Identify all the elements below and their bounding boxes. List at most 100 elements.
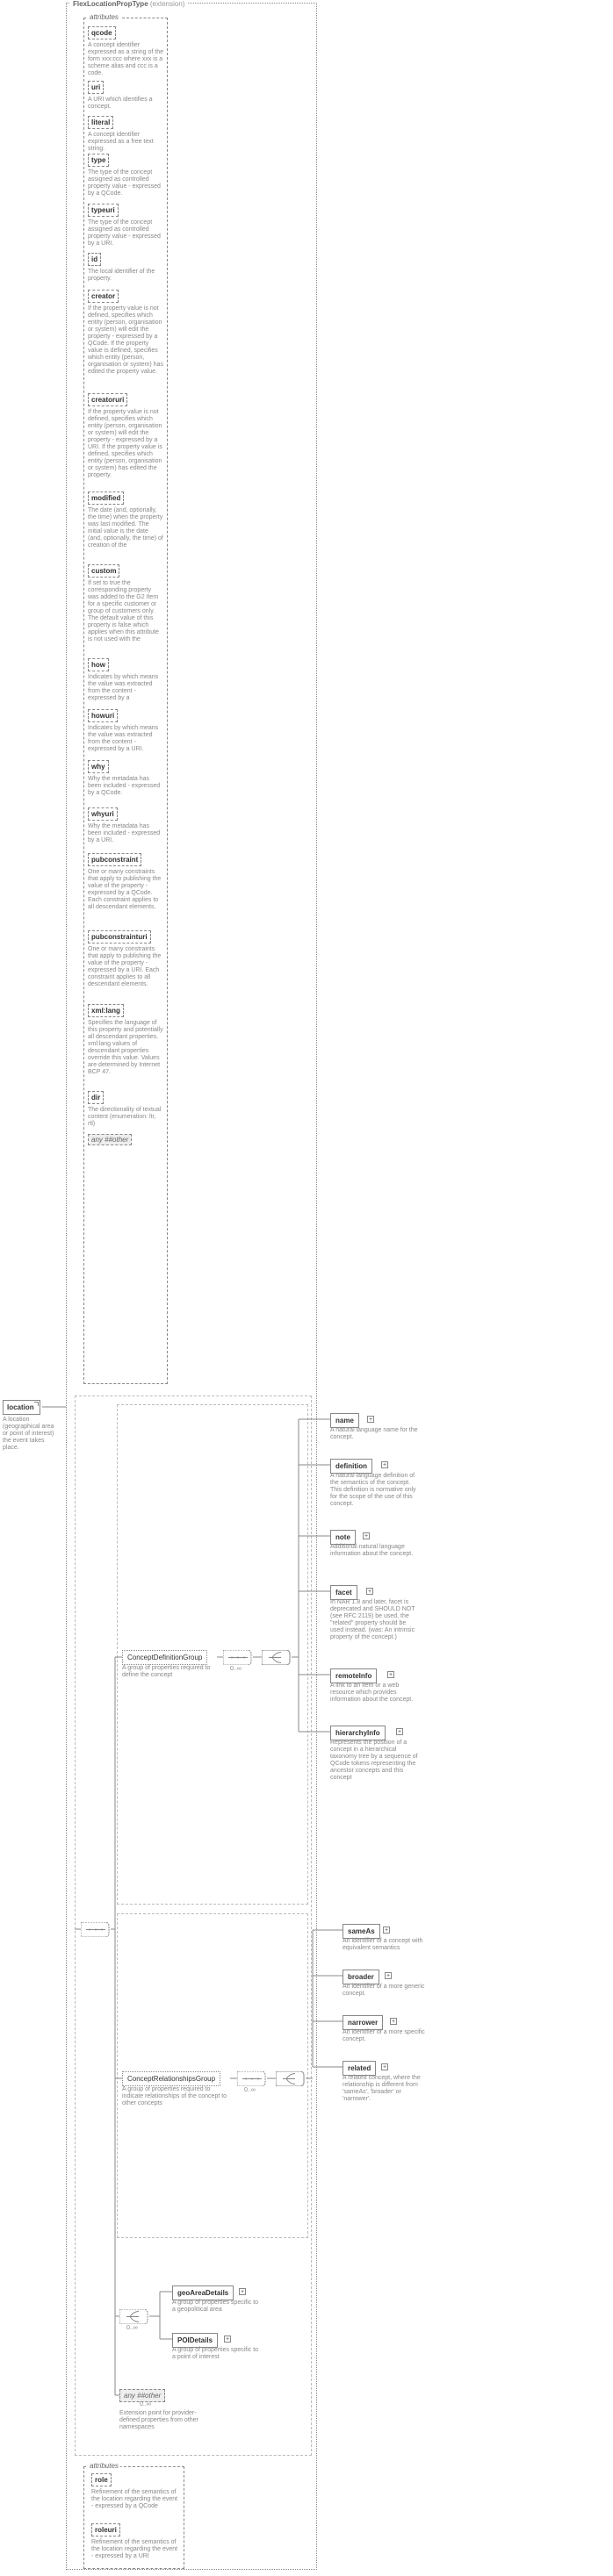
element-geoareadetails[interactable]: geoAreaDetails — [172, 2285, 234, 2300]
attr-modified: modified — [88, 492, 124, 505]
extension-name: FlexLocationPropType — [73, 0, 148, 8]
attr-row: qcodeA concept identifier expressed as a… — [88, 26, 163, 77]
group-conceptrelationships[interactable]: ConceptRelationshipsGroup — [122, 2071, 220, 2086]
element-narrower[interactable]: narrower — [343, 2015, 383, 2030]
expand-icon[interactable]: + — [363, 1532, 370, 1539]
attr-row: uriA URI which identifies a concept. — [88, 81, 163, 111]
attr-row: dirThe directionality of textual content… — [88, 1091, 163, 1128]
attr-row: roleRefinement of the semantics of the l… — [91, 2473, 182, 2510]
attr-literal: literal — [88, 116, 113, 129]
leaf-note: In NAR 1.8 and later, facet is deprecate… — [330, 1599, 418, 1641]
element-related[interactable]: related — [343, 2061, 376, 2076]
attr-row: idThe local identifier of the property. — [88, 253, 163, 283]
attr-pubconstrainturi: pubconstrainturi — [88, 930, 151, 944]
expand-icon[interactable]: + — [366, 1588, 373, 1595]
leaf-note: An identifier of a more generic concept. — [343, 1984, 430, 1998]
element-sameas[interactable]: sameAs — [343, 1924, 380, 1939]
element-note: A location (geographical area or point o… — [3, 1417, 55, 1452]
attr-note: The date (and, optionally, the time) whe… — [88, 507, 163, 549]
attr-note: The type of the concept assigned as cont… — [88, 169, 163, 197]
leaf-label: narrower — [348, 2019, 378, 2027]
attr-why: why — [88, 760, 109, 773]
attr-note: One or many constraints that apply to pu… — [88, 946, 163, 988]
choice-icon — [276, 2071, 306, 2086]
leaf-note: A group of properties specific to a poin… — [172, 2347, 260, 2361]
leaf-note: A link to an item or a web resource whic… — [330, 1683, 418, 1704]
leaf-label: name — [335, 1417, 354, 1424]
sequence-icon — [223, 1650, 253, 1665]
element-broader[interactable]: broader — [343, 1970, 379, 1984]
expand-icon[interactable]: + — [396, 1728, 403, 1735]
optional-corner-icon — [34, 1402, 39, 1406]
element-note[interactable]: note — [330, 1530, 356, 1545]
leaf-label: definition — [335, 1462, 367, 1470]
element-remoteinfo[interactable]: remoteInfo — [330, 1668, 377, 1683]
element-location[interactable]: location — [3, 1400, 40, 1415]
attr-note: Refinement of the semantics of the locat… — [91, 2539, 179, 2560]
attr-row: howIndicates by which means the value wa… — [88, 658, 163, 702]
any-other: any ##other — [119, 2389, 165, 2402]
attr-custom: custom — [88, 564, 119, 578]
leaf-label: geoAreaDetails — [177, 2289, 228, 2297]
attr-row: creatoruriIf the property value is not d… — [88, 393, 163, 479]
attr-row: pubconstraint One or many constraints tha… — [88, 853, 163, 911]
group-conceptdefinition[interactable]: ConceptDefinitionGroup — [122, 1650, 207, 1665]
group-label: ConceptDefinitionGroup — [127, 1654, 202, 1661]
leaf-note: A natural language definition of the sem… — [330, 1473, 418, 1508]
attr-row: creator If the property value is not defi… — [88, 290, 163, 376]
range-label: 0..∞ — [126, 2325, 138, 2331]
attr-xmllang: xml:lang — [88, 1004, 124, 1017]
attr-note: Why the metadata has been included - exp… — [88, 823, 163, 844]
element-label: location — [7, 1403, 34, 1411]
attr-note: Refinement of the semantics of the locat… — [91, 2489, 179, 2510]
attr-note: The type of the concept assigned as cont… — [88, 219, 163, 248]
leaf-label: POIDetails — [177, 2336, 213, 2344]
leaf-note: A group of properties specific to a geop… — [172, 2300, 260, 2314]
expand-icon[interactable]: + — [390, 2018, 397, 2025]
group-label: ConceptRelationshipsGroup — [127, 2075, 215, 2083]
attr-note: If the property value is not defined, sp… — [88, 305, 163, 376]
extension-suffix: (extension) — [150, 0, 185, 8]
leaf-note: Represents the position of a concept in … — [330, 1740, 418, 1782]
expand-icon[interactable]: + — [381, 2063, 388, 2070]
attr-any-other: any ##other — [88, 1134, 132, 1145]
expand-icon[interactable]: + — [385, 1972, 392, 1979]
expand-icon[interactable]: + — [367, 1416, 374, 1423]
attr-note: A concept identifier expressed as a free… — [88, 132, 163, 153]
leaf-note: An identifier of a more specific concept… — [343, 2029, 430, 2043]
element-name[interactable]: name — [330, 1413, 359, 1428]
attr-row: pubconstrainturi One or many constraints … — [88, 930, 163, 988]
expand-icon[interactable]: + — [224, 2336, 231, 2343]
attr-note: One or many constraints that apply to pu… — [88, 869, 163, 911]
expand-icon[interactable]: + — [239, 2288, 246, 2295]
leaf-label: note — [335, 1533, 350, 1541]
expand-icon[interactable]: + — [387, 1671, 394, 1678]
any-note: Extension point for provider-defined pro… — [119, 2410, 198, 2431]
attr-creator: creator — [88, 290, 119, 303]
attr-note: Why the metadata has been included - exp… — [88, 776, 163, 797]
attr-pubconstraint: pubconstraint — [88, 853, 141, 866]
attr-row: typeThe type of the concept assigned as … — [88, 154, 163, 197]
attr-note: Indicates by which means the value was e… — [88, 674, 163, 702]
attr-note: Specifies the language of this property … — [88, 1020, 163, 1076]
element-poidetails[interactable]: POIDetails — [172, 2333, 218, 2348]
element-facet[interactable]: facet — [330, 1585, 357, 1600]
attr-creatoruri: creatoruri — [88, 393, 127, 406]
element-hierarchyinfo[interactable]: hierarchyInfo — [330, 1726, 386, 1740]
expand-icon[interactable]: + — [381, 1461, 388, 1468]
choice-icon — [119, 2309, 149, 2324]
attr-note: The directionality of textual content (e… — [88, 1107, 163, 1128]
range-label: 0..∞ — [244, 2087, 256, 2093]
attributes-title-bottom: attributes — [88, 2462, 120, 2470]
expand-icon[interactable]: + — [383, 1927, 390, 1934]
leaf-label: sameAs — [348, 1927, 375, 1935]
range-label: 0..∞ — [230, 1666, 242, 1672]
extension-title: FlexLocationPropType (extension) — [70, 0, 187, 8]
element-definition[interactable]: definition — [330, 1459, 372, 1474]
sequence-icon — [81, 1922, 111, 1937]
attr-row: howuriIndicates by which means the value… — [88, 709, 163, 753]
leaf-note: An identifier of a concept with equivale… — [343, 1938, 430, 1952]
attr-typeuri: typeuri — [88, 204, 119, 217]
attr-row: customIf set to true the corresponding p… — [88, 564, 163, 643]
any-label: any ##other — [124, 2392, 161, 2400]
